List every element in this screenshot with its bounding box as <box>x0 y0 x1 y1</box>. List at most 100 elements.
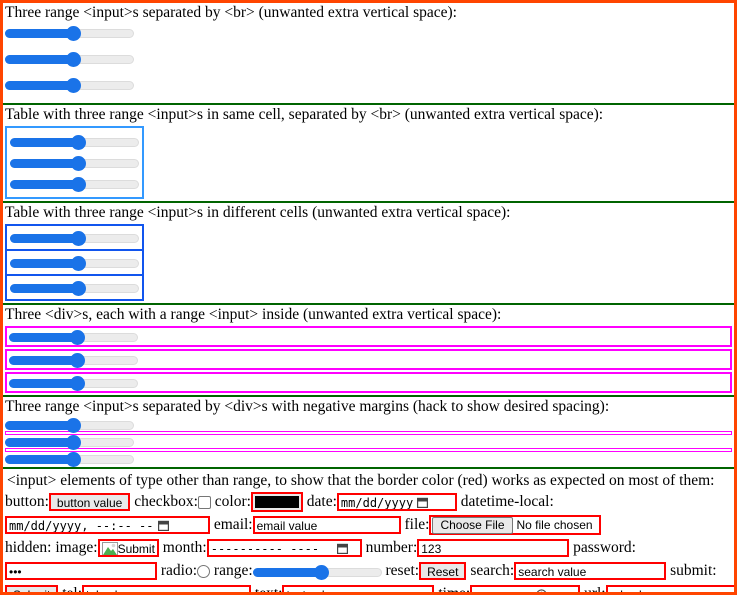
image-input[interactable]: Submit <box>97 539 159 558</box>
slider-thumb[interactable] <box>70 330 85 345</box>
month-value: ---------- ---- <box>210 542 320 557</box>
url-input[interactable]: url value <box>605 585 734 592</box>
range-slider[interactable] <box>5 451 134 467</box>
slider-thumb[interactable] <box>313 564 329 580</box>
clock-icon[interactable] <box>536 589 547 592</box>
section-caption: Table with three range <input>s in diffe… <box>5 204 511 221</box>
image-alt-text: Submit <box>117 542 155 557</box>
range-slider[interactable] <box>10 230 139 246</box>
range-slider[interactable] <box>9 352 138 368</box>
slider-thumb[interactable] <box>66 78 81 93</box>
range-slider[interactable] <box>5 434 134 450</box>
section-table-same-cell: Table with three range <input>s in same … <box>3 105 734 199</box>
date-value: mm/dd/yyyy <box>340 496 414 511</box>
slider-thumb[interactable] <box>70 376 85 391</box>
range-slider[interactable] <box>10 280 139 296</box>
tel-input[interactable]: tel value <box>82 585 252 592</box>
button-input[interactable]: button value <box>48 493 131 512</box>
search-input[interactable]: search value <box>514 562 667 581</box>
slider-fill <box>10 234 78 243</box>
reset-button[interactable]: Reset <box>419 562 467 581</box>
section-caption: Three <div>s, each with a range <input> … <box>5 306 502 323</box>
slider-thumb[interactable] <box>70 353 85 368</box>
submit-button[interactable]: Submit <box>5 585 59 592</box>
slider-thumb[interactable] <box>71 156 86 171</box>
range-slider[interactable] <box>10 134 139 150</box>
file-input[interactable]: Choose File No file chosen <box>429 515 602 536</box>
number-label: number: <box>365 539 418 556</box>
email-label: email: <box>213 516 253 533</box>
slider-thumb[interactable] <box>66 435 81 450</box>
range-slider[interactable] <box>5 417 134 433</box>
table-cell <box>5 224 144 251</box>
slider-thumb[interactable] <box>71 135 86 150</box>
button-label: button: <box>5 493 49 510</box>
text-label: text: <box>254 585 283 595</box>
file-label: file: <box>404 516 430 533</box>
range-label: range: <box>213 562 253 579</box>
slider-div-wrapper <box>5 326 732 347</box>
section-caption: Three range <input>s separated by <br> (… <box>5 4 457 21</box>
choose-file-button[interactable]: Choose File <box>432 517 513 535</box>
time-value: --:-- -- <box>474 588 532 592</box>
tel-label: tel: <box>62 585 83 595</box>
calendar-icon[interactable] <box>336 543 349 555</box>
checkbox-label: checkbox: <box>134 493 198 510</box>
range-input[interactable] <box>252 564 382 580</box>
datetime-local-input[interactable]: mm/dd/yyyy, --:-- -- <box>5 516 210 535</box>
range-slider[interactable] <box>10 255 139 271</box>
slider-thumb[interactable] <box>71 256 86 271</box>
password-input[interactable]: ••• <box>5 562 157 581</box>
broken-image-icon <box>101 541 118 556</box>
section-caption: Three range <input>s separated by <div>s… <box>5 398 610 415</box>
slider-fill <box>10 159 78 168</box>
range-slider[interactable] <box>10 155 139 171</box>
color-swatch <box>254 496 299 509</box>
month-input[interactable]: ---------- ---- <box>206 539 362 558</box>
form-line-5: Submit tel:tel value text:text value tim… <box>5 582 734 595</box>
slider-div-wrapper <box>5 349 732 370</box>
time-label: time: <box>438 585 471 595</box>
range-slider[interactable] <box>9 329 138 345</box>
slider-fill <box>5 55 73 64</box>
slider-thumb[interactable] <box>66 26 81 41</box>
color-label: color: <box>214 493 251 510</box>
slider-thumb[interactable] <box>71 281 86 296</box>
radio-input[interactable] <box>197 564 211 578</box>
slider-table-different-cells <box>5 224 144 301</box>
slider-fill <box>9 333 77 342</box>
slider-thumb[interactable] <box>71 231 86 246</box>
slider-fill <box>9 379 77 388</box>
time-input[interactable]: --:-- -- <box>470 585 581 592</box>
range-slider[interactable] <box>10 176 139 192</box>
file-status-text: No file chosen <box>516 518 593 533</box>
hidden-label: hidden: <box>5 539 52 556</box>
form-line-1: button: button value checkbox: color: dat… <box>5 490 734 513</box>
section-br-separated: Three range <input>s separated by <br> (… <box>3 3 734 93</box>
date-input[interactable]: mm/dd/yyyy <box>336 493 457 512</box>
checkbox-input[interactable] <box>197 495 211 509</box>
table-cell <box>5 274 144 301</box>
slider-thumb[interactable] <box>66 452 81 467</box>
slider-thumb[interactable] <box>71 177 86 192</box>
range-slider[interactable] <box>9 375 138 391</box>
number-input[interactable]: 123 <box>417 539 570 558</box>
reset-label: reset: <box>385 562 420 579</box>
range-slider[interactable] <box>5 25 134 41</box>
range-slider[interactable] <box>5 51 134 67</box>
slider-fill <box>5 455 73 464</box>
calendar-icon[interactable] <box>416 497 429 509</box>
text-input[interactable]: text value <box>282 585 435 592</box>
section-caption: Table with three range <input>s in same … <box>5 106 604 123</box>
range-slider[interactable] <box>5 77 134 93</box>
email-input[interactable]: email value <box>252 516 401 535</box>
slider-thumb[interactable] <box>66 52 81 67</box>
table-row <box>5 126 144 199</box>
calendar-icon[interactable] <box>157 520 169 532</box>
slider-thumb[interactable] <box>66 418 81 433</box>
date-label: date: <box>306 493 337 510</box>
color-input[interactable] <box>250 492 303 513</box>
datetime-local-value: mm/dd/yyyy, --:-- -- <box>9 519 154 534</box>
slider-fill <box>10 284 78 293</box>
slider-fill <box>5 438 73 447</box>
